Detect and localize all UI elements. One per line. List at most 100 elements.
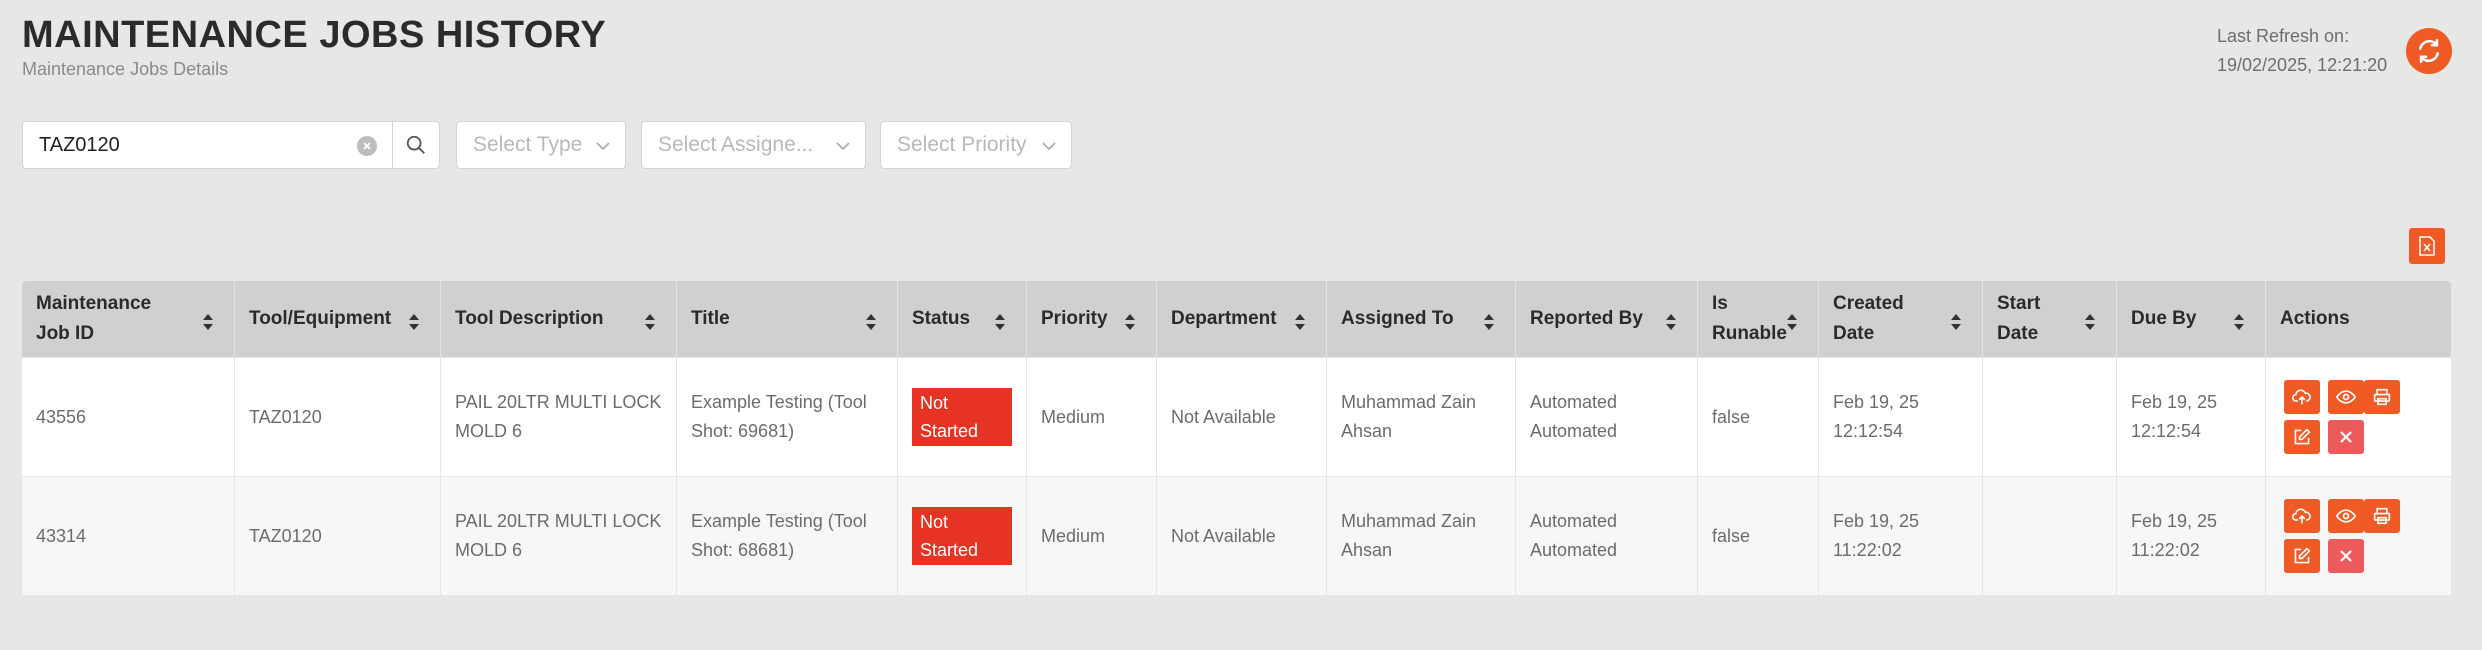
chevron-down-icon <box>596 142 610 151</box>
status-cell: Not Started <box>898 477 1027 595</box>
column-header[interactable]: Title <box>677 281 898 357</box>
tool-description-cell-text: PAIL 20LTR MULTI LOCK MOLD 6 <box>455 388 661 446</box>
table-row: 43314 TAZ0120 PAIL 20LTR MULTI LOCK MOLD 6 E… <box>22 476 2451 595</box>
print-button[interactable] <box>2364 380 2400 414</box>
select-priority-placeholder: Select Priority <box>897 133 1027 156</box>
select-assignee[interactable]: Select Assigne... <box>641 121 866 169</box>
department-cell-text: Not Available <box>1171 522 1276 551</box>
upload-button[interactable] <box>2284 499 2320 533</box>
start-date-cell <box>1983 477 2117 595</box>
column-header-line: Date <box>1833 323 1875 344</box>
edit-icon <box>2293 547 2311 565</box>
priority-cell-line: Medium <box>1041 406 1106 427</box>
reported-by-cell-text: Automated Automated <box>1530 507 1617 565</box>
edit-button[interactable] <box>2284 539 2320 573</box>
tool-description-cell-line: PAIL 20LTR MULTI LOCK <box>455 392 662 412</box>
sort-icon[interactable] <box>1665 311 1677 330</box>
column-header[interactable]: Tool Description <box>441 281 677 357</box>
assigned-to-cell-line: Muhammad Zain <box>1341 392 1477 412</box>
search-button[interactable] <box>392 121 440 169</box>
created-date-cell-text: Feb 19, 25 11:22:02 <box>1833 507 1919 565</box>
excel-file-icon <box>2419 236 2435 256</box>
column-header-line: Status <box>912 308 971 329</box>
tool-description-cell: PAIL 20LTR MULTI LOCK MOLD 6 <box>441 477 677 595</box>
delete-button[interactable] <box>2328 539 2364 573</box>
clear-icon[interactable] <box>357 136 377 156</box>
column-header-label: Assigned To <box>1341 304 1454 334</box>
title-cell-line: Example Testing (Tool <box>691 511 867 531</box>
print-button[interactable] <box>2364 499 2400 533</box>
status-badge-line: Started <box>920 540 979 560</box>
column-header[interactable]: Status <box>898 281 1027 357</box>
column-header[interactable]: Due By <box>2117 281 2266 357</box>
reported-by-cell: Automated Automated <box>1516 358 1698 476</box>
column-header-label: Tool/Equipment <box>249 304 391 334</box>
sort-icon[interactable] <box>2084 311 2096 330</box>
page-title: MAINTENANCE JOBS HISTORY <box>22 14 607 56</box>
column-header[interactable]: Is Runable <box>1698 281 1819 357</box>
column-header[interactable]: Priority <box>1027 281 1157 357</box>
sort-icon[interactable] <box>202 311 214 330</box>
upload-button[interactable] <box>2284 380 2320 414</box>
refresh-button[interactable] <box>2406 28 2452 74</box>
column-header[interactable]: Assigned To <box>1327 281 1516 357</box>
assigned-to-cell-line: Muhammad Zain <box>1341 511 1477 531</box>
close-icon <box>2338 429 2354 445</box>
sort-icon[interactable] <box>1786 311 1798 330</box>
column-header-line: Created <box>1833 293 1904 314</box>
jobs-table: Maintenance Job ID Tool/Equipment Tool Desc… <box>22 281 2451 595</box>
select-type[interactable]: Select Type <box>456 121 626 169</box>
tool-description-cell-line: MOLD 6 <box>455 540 523 560</box>
search-input[interactable]: TAZ0120 <box>22 121 394 169</box>
assigned-to-cell-line: Ahsan <box>1341 540 1393 560</box>
export-excel-button[interactable] <box>2409 228 2445 264</box>
select-priority[interactable]: Select Priority <box>880 121 1072 169</box>
due-by-cell: Feb 19, 25 12:12:54 <box>2117 358 2266 476</box>
sort-icon[interactable] <box>644 311 656 330</box>
edit-button[interactable] <box>2284 420 2320 454</box>
sort-icon[interactable] <box>408 311 420 330</box>
view-button[interactable] <box>2328 380 2364 414</box>
job-id-cell-text: 43556 <box>36 403 86 432</box>
reported-by-cell-line: Automated <box>1530 392 1618 412</box>
refresh-icon <box>2418 38 2440 64</box>
due-by-cell: Feb 19, 25 11:22:02 <box>2117 477 2266 595</box>
column-header-label: Reported By <box>1530 304 1643 334</box>
job-id-cell-line: 43556 <box>36 406 87 427</box>
column-header-label: Is Runable <box>1712 289 1787 349</box>
column-header[interactable]: Created Date <box>1819 281 1983 357</box>
status-badge-line: Not <box>920 512 949 532</box>
department-cell-line: Not Available <box>1171 525 1276 546</box>
sort-icon[interactable] <box>865 311 877 330</box>
table-header: Maintenance Job ID Tool/Equipment Tool Desc… <box>22 281 2451 357</box>
column-header[interactable]: Reported By <box>1516 281 1698 357</box>
sort-icon[interactable] <box>1950 311 1962 330</box>
sort-icon[interactable] <box>1294 311 1306 330</box>
department-cell: Not Available <box>1157 358 1327 476</box>
title-cell: Example Testing (Tool Shot: 68681) <box>677 477 898 595</box>
column-header[interactable]: Start Date <box>1983 281 2117 357</box>
column-header[interactable]: Department <box>1157 281 1327 357</box>
column-header[interactable]: Maintenance Job ID <box>22 281 235 357</box>
view-button[interactable] <box>2328 499 2364 533</box>
upload-icon <box>2292 388 2312 406</box>
is-runable-cell-text: false <box>1712 522 1750 551</box>
department-cell-text: Not Available <box>1171 403 1276 432</box>
delete-button[interactable] <box>2328 420 2364 454</box>
assigned-to-cell-line: Ahsan <box>1341 421 1393 441</box>
sort-icon[interactable] <box>1124 311 1136 330</box>
tool-description-cell-text: PAIL 20LTR MULTI LOCK MOLD 6 <box>455 507 661 565</box>
sort-icon[interactable] <box>994 311 1006 330</box>
priority-cell-text: Medium <box>1041 522 1105 551</box>
status-badge: Not Started <box>912 388 1012 446</box>
column-header-label: Title <box>691 304 730 334</box>
column-header-label: Status <box>912 304 970 334</box>
select-type-placeholder: Select Type <box>473 133 583 156</box>
column-header-label: Start Date <box>1997 289 2040 349</box>
sort-icon[interactable] <box>2233 311 2245 330</box>
column-header[interactable]: Tool/Equipment <box>235 281 441 357</box>
reported-by-cell-text: Automated Automated <box>1530 388 1617 446</box>
title-cell-text: Example Testing (Tool Shot: 69681) <box>691 388 867 446</box>
sort-icon[interactable] <box>1483 311 1495 330</box>
select-assignee-placeholder: Select Assigne... <box>658 133 814 156</box>
